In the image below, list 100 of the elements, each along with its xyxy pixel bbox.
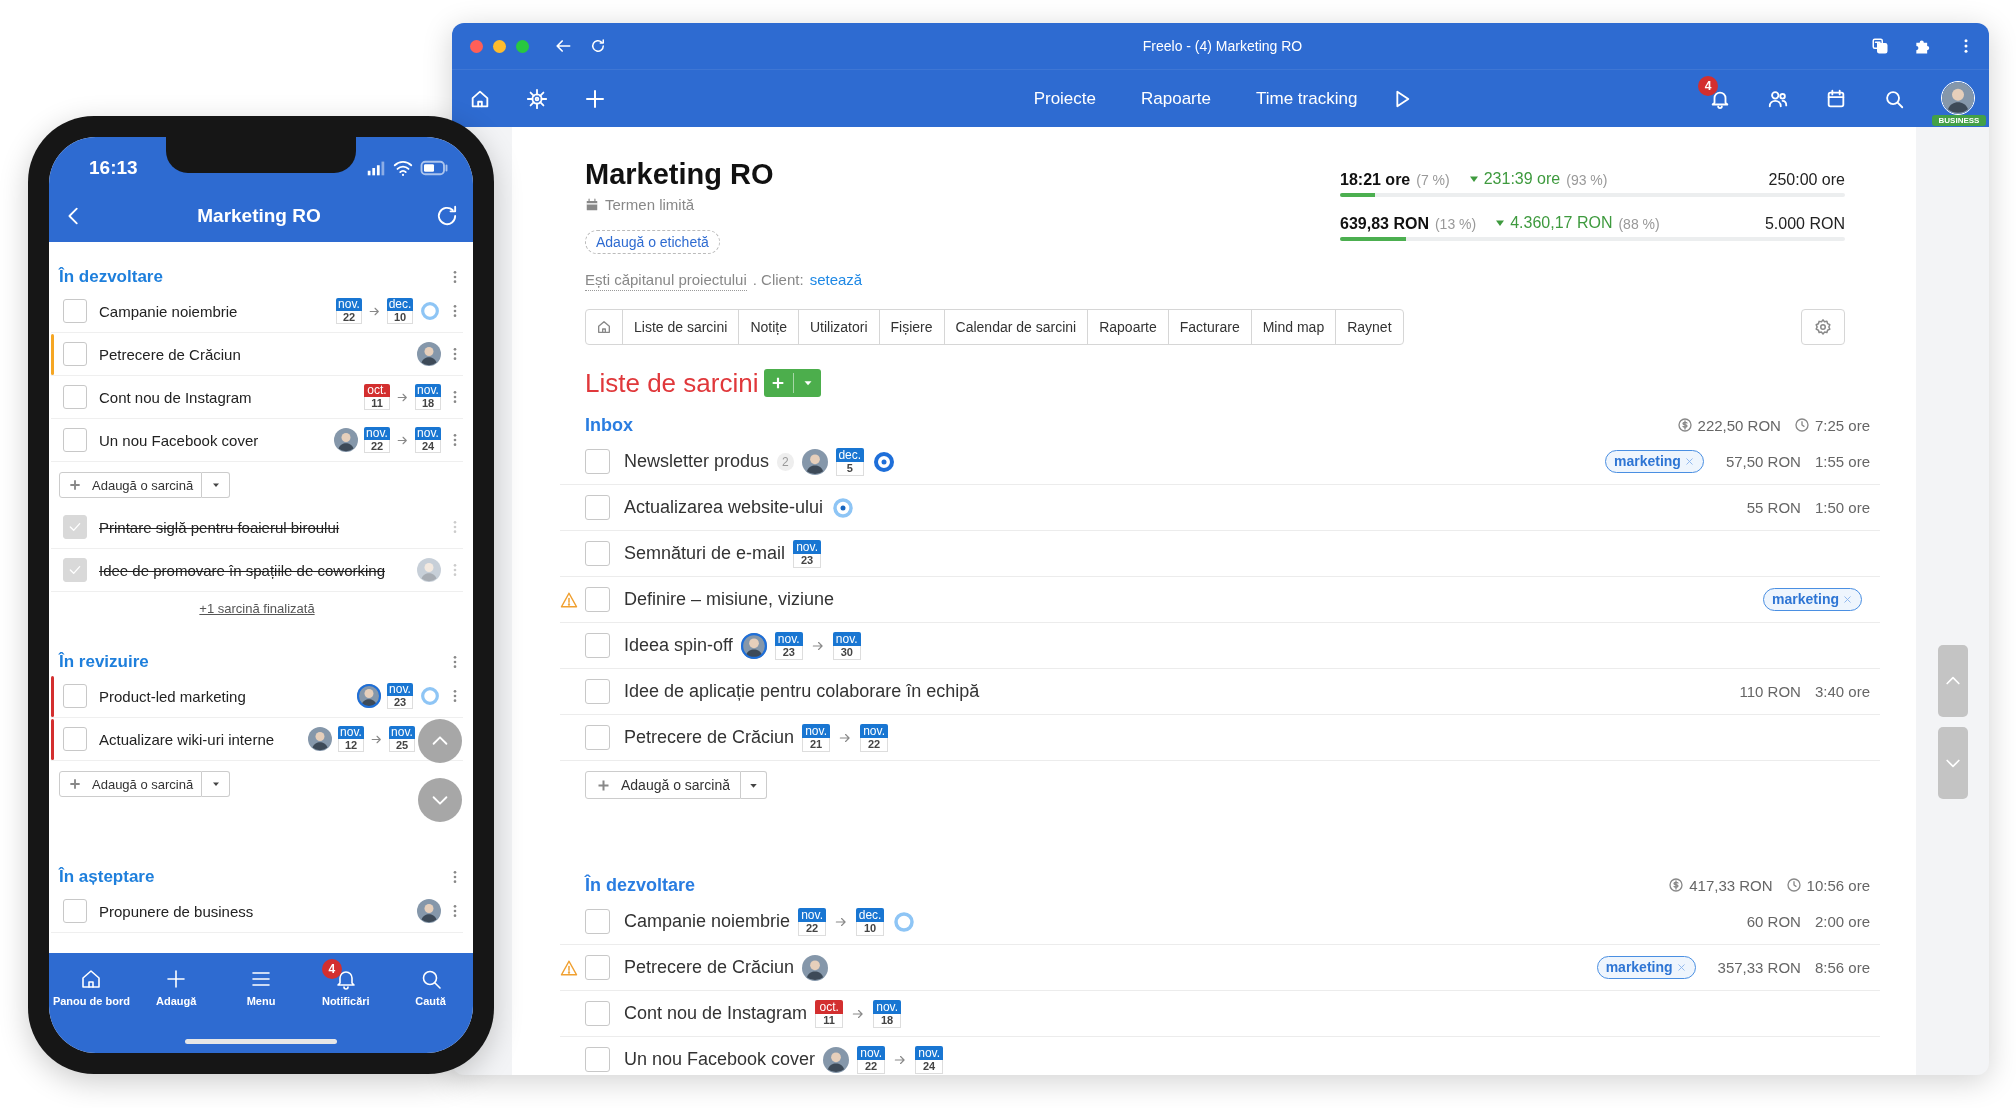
checkbox[interactable] xyxy=(63,299,87,323)
tab[interactable]: Fișiere xyxy=(878,310,944,344)
task-name[interactable]: Definire – misiune, viziune xyxy=(624,589,835,610)
calendar-icon[interactable] xyxy=(1825,87,1847,110)
scroll-down-button[interactable] xyxy=(418,778,462,822)
tag[interactable]: marketing xyxy=(1763,588,1862,611)
add-list-button[interactable] xyxy=(764,369,822,397)
window-control[interactable] xyxy=(516,39,529,53)
checkbox[interactable] xyxy=(63,684,87,708)
window-control[interactable] xyxy=(493,39,506,53)
close-icon xyxy=(1675,962,1687,973)
stat-remaining: 4.360,17 RON xyxy=(1510,213,1613,233)
checkbox[interactable] xyxy=(585,679,610,704)
home-icon xyxy=(596,319,612,335)
date-day: 12 xyxy=(338,739,364,752)
list-title[interactable]: În dezvoltare xyxy=(585,874,696,896)
task-name[interactable]: Cont nou de Instagram xyxy=(99,388,252,406)
client-link[interactable]: setează xyxy=(809,270,863,291)
checkbox[interactable] xyxy=(585,633,610,658)
deadline-label[interactable]: Termen limită xyxy=(605,194,695,216)
task-name[interactable]: Newsletter produs xyxy=(624,451,770,472)
dropdown-button[interactable] xyxy=(740,771,767,799)
checkbox[interactable] xyxy=(63,428,87,452)
task-name[interactable]: Campanie noiembrie xyxy=(624,911,791,932)
checkbox[interactable] xyxy=(585,449,610,474)
task-name[interactable]: Petrecere de Crăciun xyxy=(624,727,795,748)
checkbox[interactable] xyxy=(585,1047,610,1072)
date-month: nov. xyxy=(774,631,803,646)
tab[interactable]: Facturare xyxy=(1167,310,1251,344)
tab-bar-item[interactable]: 4 Notificări xyxy=(303,955,389,1009)
list-title[interactable]: În așteptare xyxy=(59,867,155,887)
tag[interactable]: marketing xyxy=(1605,450,1704,473)
task-name[interactable]: Un nou Facebook cover xyxy=(624,1049,816,1070)
stat-percent: (88 %) xyxy=(1618,215,1660,234)
task-name[interactable]: Ideea spin-off xyxy=(624,635,733,656)
tab[interactable]: Liste de sarcini xyxy=(622,310,739,344)
nav-link[interactable]: Proiecte xyxy=(1033,88,1096,109)
list-title[interactable]: În dezvoltare xyxy=(59,267,163,287)
tag[interactable]: marketing xyxy=(1596,956,1696,979)
nav-link[interactable]: Time tracking xyxy=(1255,88,1358,109)
tab[interactable]: Calendar de sarcini xyxy=(943,310,1088,344)
task-name[interactable]: Cont nou de Instagram xyxy=(624,1003,808,1024)
task-name[interactable]: Actualizarea website-ului xyxy=(624,497,824,518)
task-name[interactable]: Petrecere de Crăciun xyxy=(99,345,241,363)
checkbox[interactable] xyxy=(585,587,610,612)
money-icon xyxy=(1676,417,1693,433)
task-name[interactable]: Idee de aplicație pentru colaborare în echipă xyxy=(624,681,980,702)
tab[interactable]: Notițe xyxy=(738,310,798,344)
checkbox[interactable] xyxy=(585,909,610,934)
checkbox[interactable] xyxy=(63,899,87,923)
nav-link[interactable]: Rapoarte xyxy=(1141,88,1211,109)
wheel-icon[interactable] xyxy=(526,87,548,110)
tab[interactable]: Mind map xyxy=(1250,310,1336,344)
checkbox[interactable] xyxy=(585,1001,610,1026)
list-title[interactable]: Inbox xyxy=(585,414,633,436)
stat-percent: (7 %) xyxy=(1416,171,1450,190)
checkbox[interactable] xyxy=(63,558,87,582)
date-day: 23 xyxy=(387,696,413,709)
list-amount: 222,50 RON xyxy=(1697,416,1781,434)
checkbox[interactable] xyxy=(63,515,87,539)
task-name[interactable]: Petrecere de Crăciun xyxy=(624,957,795,978)
dropdown-button[interactable] xyxy=(202,771,231,797)
task-name[interactable]: Un nou Facebook cover xyxy=(99,431,259,449)
add-task-button[interactable]: Adaugă o sarcină xyxy=(59,472,203,498)
tab-bar-item[interactable]: Menu xyxy=(218,955,304,1009)
scroll-up-button[interactable] xyxy=(1937,645,1968,717)
dropdown-button[interactable] xyxy=(202,472,231,498)
reload-icon[interactable] xyxy=(589,37,607,55)
stat-value: 639,83 RON xyxy=(1340,214,1429,234)
settings-button[interactable] xyxy=(1801,309,1845,345)
tab-bar-item[interactable]: Adaugă xyxy=(133,955,219,1009)
scroll-up-button[interactable] xyxy=(418,719,462,763)
scroll-down-button[interactable] xyxy=(1937,727,1968,799)
task-name[interactable]: Campanie noiembrie xyxy=(99,302,238,320)
tab-bar-item[interactable]: Panou de bord xyxy=(49,955,134,1009)
task-name[interactable]: Actualizare wiki-uri interne xyxy=(99,730,275,748)
task-name[interactable]: Printare siglă pentru foaierul biroului xyxy=(99,518,340,536)
tab[interactable]: Rapoarte xyxy=(1087,310,1168,344)
add-task-button[interactable]: Adaugă o sarcină xyxy=(59,771,203,797)
checkbox[interactable] xyxy=(585,955,610,980)
tab-bar-item[interactable]: Caută xyxy=(388,955,473,1009)
checkbox[interactable] xyxy=(585,495,610,520)
checkbox[interactable] xyxy=(63,727,87,751)
tab[interactable]: Raynet xyxy=(1335,310,1403,344)
tab[interactable]: Utilizatori xyxy=(797,310,879,344)
project-title: Marketing RO xyxy=(585,157,775,192)
list-title[interactable]: În revizuire xyxy=(59,652,149,672)
checkbox[interactable] xyxy=(585,725,610,750)
checkbox[interactable] xyxy=(63,342,87,366)
checkbox[interactable] xyxy=(63,385,87,409)
task-name[interactable]: Idee de promovare în spațiile de coworking xyxy=(99,561,385,579)
task-name[interactable]: Product-led marketing xyxy=(99,687,246,705)
add-task-button[interactable]: Adaugă o sarcină xyxy=(585,771,741,799)
money-icon xyxy=(1668,877,1685,893)
window-control[interactable] xyxy=(470,39,483,53)
task-name[interactable]: Semnături de e-mail xyxy=(624,543,786,564)
task-name[interactable]: Propunere de business xyxy=(99,902,254,920)
checkbox[interactable] xyxy=(585,541,610,566)
translate-icon[interactable] xyxy=(1871,37,1889,55)
completed-link[interactable]: +1 sarcină finalizată xyxy=(199,601,315,616)
